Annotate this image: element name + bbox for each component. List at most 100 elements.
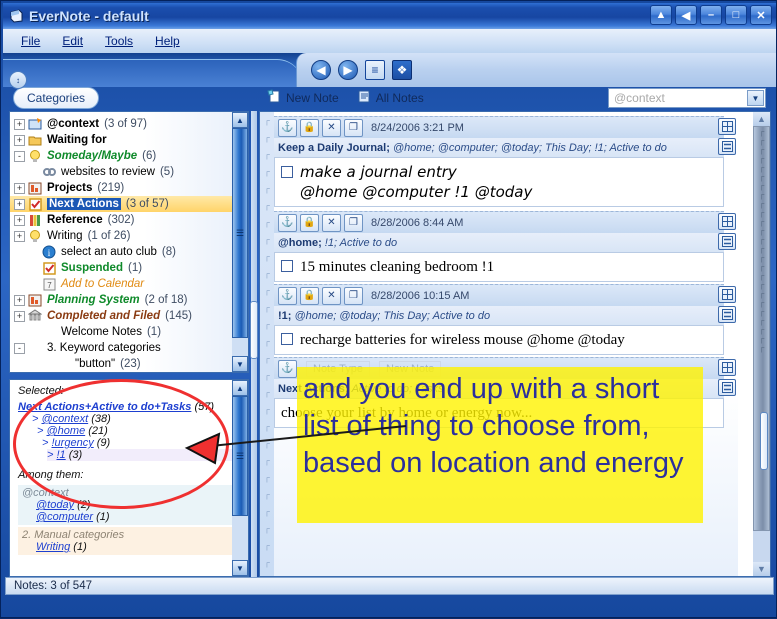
maximize-button[interactable]: □ bbox=[725, 5, 747, 25]
scroll-up-icon[interactable]: ▲ bbox=[232, 112, 248, 128]
scroll-thumb[interactable]: ☰ bbox=[232, 128, 248, 338]
expand-icon[interactable] bbox=[718, 213, 736, 230]
notes-scroll-thumb[interactable]: ┌┌┌┌┌┌┌┌┌┌┌┌┌┌┌┌┌┌┌┌┌┌┌┌┌ bbox=[753, 126, 770, 531]
delete-icon[interactable]: ✕ bbox=[322, 214, 341, 232]
sel-scroll-down-icon[interactable]: ▼ bbox=[232, 560, 248, 576]
attach-icon[interactable]: ⚓ bbox=[278, 214, 297, 232]
note-checkbox[interactable] bbox=[281, 333, 293, 345]
tree-item-button[interactable]: "button"(23) bbox=[10, 356, 234, 372]
note-body[interactable]: make a journal entry@home @computer !1 @… bbox=[274, 157, 724, 207]
bookmark-icon[interactable]: ❖ bbox=[392, 60, 412, 80]
collapse-icon[interactable] bbox=[718, 306, 736, 323]
selected-group-item-label[interactable]: Writing bbox=[36, 541, 70, 553]
sel-scroll-up-icon[interactable]: ▲ bbox=[232, 380, 248, 396]
expand-icon[interactable] bbox=[718, 286, 736, 303]
back-icon[interactable]: ◀ bbox=[311, 60, 331, 80]
expand-icon[interactable]: + bbox=[14, 231, 25, 242]
tree-item-welcome-notes[interactable]: Welcome Notes(1) bbox=[10, 324, 234, 340]
expand-icon[interactable]: + bbox=[14, 135, 25, 146]
menu-item-help[interactable]: Help bbox=[145, 31, 190, 51]
list-view-icon[interactable]: ≡ bbox=[365, 60, 385, 80]
attach-icon[interactable]: ⚓ bbox=[278, 360, 297, 378]
note-item[interactable]: ⚓🔒✕❐8/28/2006 10:15 AM!1; @home; @today;… bbox=[274, 284, 724, 355]
selected-group-item-label[interactable]: @today bbox=[36, 499, 74, 511]
copy-icon[interactable]: ❐ bbox=[344, 214, 363, 232]
search-input[interactable]: @context ▼ bbox=[608, 88, 766, 108]
selected-root[interactable]: Next Actions+Active to do+Tasks (57) bbox=[18, 401, 234, 413]
notes-pane-grip[interactable] bbox=[760, 412, 768, 470]
selected-group-item[interactable]: @today (2) bbox=[36, 499, 234, 511]
selected-scrollbar[interactable]: ▲ ☰ ▼ bbox=[232, 380, 248, 576]
selected-item[interactable]: > !1 (3) bbox=[47, 449, 234, 461]
selected-item[interactable]: > @context (38) bbox=[32, 413, 234, 425]
expand-icon[interactable]: + bbox=[14, 183, 25, 194]
menu-item-file[interactable]: File bbox=[11, 31, 50, 51]
tree-item-select-an-auto-club[interactable]: iselect an auto club(8) bbox=[10, 244, 234, 260]
splitter-grip[interactable] bbox=[250, 301, 258, 359]
notes-scroll-up-icon[interactable]: ▲ bbox=[753, 112, 770, 126]
selected-item-label[interactable]: !urgency bbox=[52, 437, 94, 449]
tree-item-context[interactable]: +@context(3 of 97) bbox=[10, 116, 234, 132]
collapse-icon[interactable] bbox=[718, 138, 736, 155]
note-checkbox[interactable] bbox=[281, 260, 293, 272]
note-body[interactable]: 15 minutes cleaning bedroom !1 bbox=[274, 252, 724, 282]
selected-item[interactable]: > @home (21) bbox=[37, 425, 234, 437]
minimize-button[interactable]: – bbox=[700, 5, 722, 25]
tree-item-reference[interactable]: +Reference(302) bbox=[10, 212, 234, 228]
expand-icon[interactable]: + bbox=[14, 311, 25, 322]
close-button[interactable]: ✕ bbox=[750, 5, 772, 25]
selected-item-label[interactable]: @context bbox=[42, 413, 89, 425]
note-item[interactable]: ⚓🔒✕❐8/28/2006 8:44 AM@home; !1; Active t… bbox=[274, 211, 724, 282]
note-body[interactable]: recharge batteries for wireless mouse @h… bbox=[274, 325, 724, 355]
menu-item-tools[interactable]: Tools bbox=[95, 31, 143, 51]
delete-icon[interactable]: ✕ bbox=[322, 287, 341, 305]
expand-icon[interactable]: + bbox=[14, 199, 25, 210]
tree-item-planning-system[interactable]: +Planning System(2 of 18) bbox=[10, 292, 234, 308]
all-notes-button[interactable]: All Notes bbox=[353, 88, 428, 108]
lock-icon[interactable]: 🔒 bbox=[300, 119, 319, 137]
copy-icon[interactable]: ❐ bbox=[344, 287, 363, 305]
tree-item-websites-to-review[interactable]: websites to review(5) bbox=[10, 164, 234, 180]
rollup-button[interactable]: ▲ bbox=[650, 5, 672, 25]
selected-item-label[interactable]: !1 bbox=[57, 449, 66, 461]
selected-group-item[interactable]: @computer (1) bbox=[36, 511, 234, 523]
pin-button[interactable]: ◀ bbox=[675, 5, 697, 25]
tree-item-3-keyword-categories[interactable]: -3. Keyword categories bbox=[10, 340, 234, 356]
notes-scroll-down-icon[interactable]: ▼ bbox=[753, 562, 770, 576]
new-note-button[interactable]: New Note bbox=[263, 88, 343, 108]
scroll-down-icon[interactable]: ▼ bbox=[232, 356, 248, 372]
notes-scrollbar[interactable]: ▲ ┌┌┌┌┌┌┌┌┌┌┌┌┌┌┌┌┌┌┌┌┌┌┌┌┌ ▼ bbox=[753, 112, 770, 576]
menu-item-edit[interactable]: Edit bbox=[52, 31, 93, 51]
tree-item-add-to-calendar[interactable]: 7Add to Calendar bbox=[10, 276, 234, 292]
expand-icon[interactable]: + bbox=[14, 215, 25, 226]
note-checkbox[interactable] bbox=[281, 166, 293, 178]
selected-item[interactable]: > !urgency (9) bbox=[42, 437, 234, 449]
note-item[interactable]: ⚓🔒✕❐8/24/2006 3:21 PMKeep a Daily Journa… bbox=[274, 116, 724, 207]
category-tree[interactable]: +@context(3 of 97)+Waiting for-Someday/M… bbox=[10, 112, 234, 372]
tree-item-someday-maybe[interactable]: -Someday/Maybe(6) bbox=[10, 148, 234, 164]
expand-icon[interactable] bbox=[718, 359, 736, 376]
tree-item-projects[interactable]: +Projects(219) bbox=[10, 180, 234, 196]
chevron-down-icon[interactable]: ▼ bbox=[747, 90, 764, 106]
panel-collapse-toggle[interactable]: ↕ bbox=[9, 71, 27, 89]
pane-splitter[interactable] bbox=[251, 111, 257, 577]
collapse-icon[interactable]: - bbox=[14, 151, 25, 162]
lock-icon[interactable]: 🔒 bbox=[300, 287, 319, 305]
collapse-icon[interactable] bbox=[718, 233, 736, 250]
forward-icon[interactable]: ▶ bbox=[338, 60, 358, 80]
sel-scroll-thumb[interactable]: ☰ bbox=[232, 396, 248, 516]
selected-group-item-label[interactable]: @computer bbox=[36, 511, 93, 523]
tree-item-writing[interactable]: +Writing(1 of 26) bbox=[10, 228, 234, 244]
attach-icon[interactable]: ⚓ bbox=[278, 287, 297, 305]
attach-icon[interactable]: ⚓ bbox=[278, 119, 297, 137]
delete-icon[interactable]: ✕ bbox=[322, 119, 341, 137]
tree-item-next-actions[interactable]: +Next Actions(3 of 57) bbox=[10, 196, 234, 212]
tree-item-suspended[interactable]: Suspended(1) bbox=[10, 260, 234, 276]
collapse-icon[interactable]: - bbox=[14, 343, 25, 354]
expand-icon[interactable]: + bbox=[14, 119, 25, 130]
selected-item-label[interactable]: @home bbox=[47, 425, 86, 437]
collapse-icon[interactable] bbox=[718, 379, 736, 396]
expand-icon[interactable] bbox=[718, 118, 736, 135]
tree-scrollbar[interactable]: ▲ ☰ ▼ bbox=[232, 112, 248, 372]
categories-tab[interactable]: Categories bbox=[13, 87, 99, 109]
